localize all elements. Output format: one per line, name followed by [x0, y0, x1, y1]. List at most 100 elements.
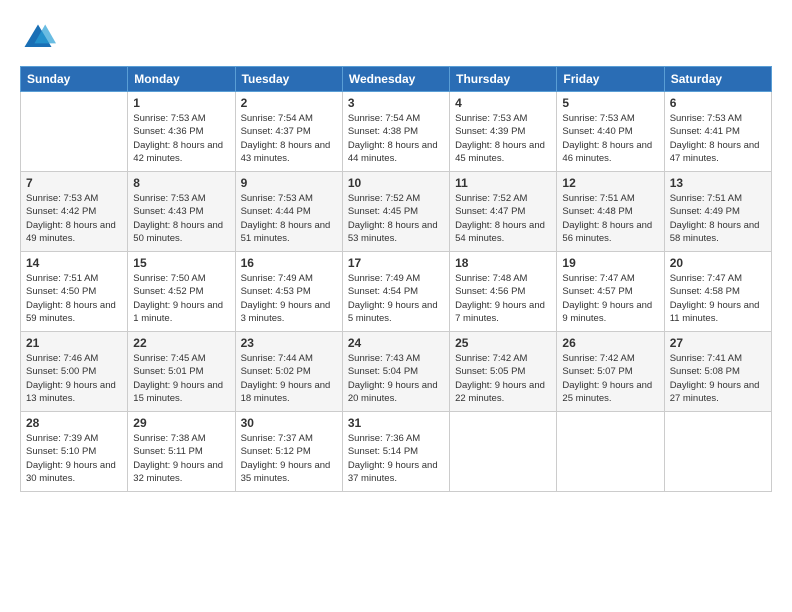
calendar-cell: [21, 92, 128, 172]
day-info: Sunrise: 7:42 AMSunset: 5:07 PMDaylight:…: [562, 352, 658, 405]
calendar-cell: 12 Sunrise: 7:51 AMSunset: 4:48 PMDayligh…: [557, 172, 664, 252]
calendar-cell: 24Sunrise: 7:43 AMSunset: 5:04 PMDayligh…: [342, 332, 449, 412]
calendar-header: SundayMondayTuesdayWednesdayThursdayFrid…: [21, 67, 772, 92]
calendar-cell: 14Sunrise: 7:51 AMSunset: 4:50 PMDayligh…: [21, 252, 128, 332]
calendar-cell: 25 Sunrise: 7:42 AMSunset: 5:05 PMDayligh…: [450, 332, 557, 412]
day-info: Sunrise: 7:45 AMSunset: 5:01 PMDaylight:…: [133, 352, 229, 405]
day-number: 21: [26, 336, 122, 350]
calendar-cell: 30 Sunrise: 7:37 AMSunset: 5:12 PMDayligh…: [235, 412, 342, 492]
day-info: Sunrise: 7:53 AMSunset: 4:39 PMDaylight:…: [455, 112, 551, 165]
calendar-cell: 23Sunrise: 7:44 AMSunset: 5:02 PMDayligh…: [235, 332, 342, 412]
calendar-body: 1 Sunrise: 7:53 AMSunset: 4:36 PMDaylight…: [21, 92, 772, 492]
day-number: 31: [348, 416, 444, 430]
calendar-cell: 5Sunrise: 7:53 AMSunset: 4:40 PMDaylight…: [557, 92, 664, 172]
calendar-cell: 15 Sunrise: 7:50 AMSunset: 4:52 PMDayligh…: [128, 252, 235, 332]
calendar-cell: 16 Sunrise: 7:49 AMSunset: 4:53 PMDayligh…: [235, 252, 342, 332]
day-number: 7: [26, 176, 122, 190]
day-number: 6: [670, 96, 766, 110]
weekday-header-tuesday: Tuesday: [235, 67, 342, 92]
calendar-cell: 13Sunrise: 7:51 AMSunset: 4:49 PMDayligh…: [664, 172, 771, 252]
day-number: 11: [455, 176, 551, 190]
header: [20, 20, 772, 56]
day-number: 24: [348, 336, 444, 350]
day-number: 29: [133, 416, 229, 430]
day-number: 10: [348, 176, 444, 190]
day-number: 16: [241, 256, 337, 270]
day-info: Sunrise: 7:37 AMSunset: 5:12 PMDaylight:…: [241, 432, 337, 485]
calendar-cell: [664, 412, 771, 492]
weekday-header-monday: Monday: [128, 67, 235, 92]
day-info: Sunrise: 7:46 AMSunset: 5:00 PMDaylight:…: [26, 352, 122, 405]
day-info: Sunrise: 7:47 AMSunset: 4:57 PMDaylight:…: [562, 272, 658, 325]
day-info: Sunrise: 7:41 AMSunset: 5:08 PMDaylight:…: [670, 352, 766, 405]
calendar-cell: 4 Sunrise: 7:53 AMSunset: 4:39 PMDaylight…: [450, 92, 557, 172]
day-info: Sunrise: 7:53 AMSunset: 4:41 PMDaylight:…: [670, 112, 766, 165]
calendar-cell: 18Sunrise: 7:48 AMSunset: 4:56 PMDayligh…: [450, 252, 557, 332]
day-info: Sunrise: 7:36 AMSunset: 5:14 PMDaylight:…: [348, 432, 444, 485]
day-info: Sunrise: 7:49 AMSunset: 4:54 PMDaylight:…: [348, 272, 444, 325]
calendar-cell: [450, 412, 557, 492]
day-number: 27: [670, 336, 766, 350]
day-number: 26: [562, 336, 658, 350]
calendar-cell: 26 Sunrise: 7:42 AMSunset: 5:07 PMDayligh…: [557, 332, 664, 412]
day-info: Sunrise: 7:53 AMSunset: 4:42 PMDaylight:…: [26, 192, 122, 245]
day-number: 1: [133, 96, 229, 110]
weekday-header-friday: Friday: [557, 67, 664, 92]
calendar-cell: 10 Sunrise: 7:52 AMSunset: 4:45 PMDayligh…: [342, 172, 449, 252]
day-number: 15: [133, 256, 229, 270]
day-info: Sunrise: 7:42 AMSunset: 5:05 PMDaylight:…: [455, 352, 551, 405]
calendar-cell: 2 Sunrise: 7:54 AMSunset: 4:37 PMDaylight…: [235, 92, 342, 172]
day-info: Sunrise: 7:49 AMSunset: 4:53 PMDaylight:…: [241, 272, 337, 325]
calendar-cell: 22 Sunrise: 7:45 AMSunset: 5:01 PMDayligh…: [128, 332, 235, 412]
day-info: Sunrise: 7:44 AMSunset: 5:02 PMDaylight:…: [241, 352, 337, 405]
day-info: Sunrise: 7:53 AMSunset: 4:36 PMDaylight:…: [133, 112, 229, 165]
calendar-cell: 29 Sunrise: 7:38 AMSunset: 5:11 PMDayligh…: [128, 412, 235, 492]
calendar-cell: 20 Sunrise: 7:47 AMSunset: 4:58 PMDayligh…: [664, 252, 771, 332]
day-number: 8: [133, 176, 229, 190]
day-number: 30: [241, 416, 337, 430]
weekday-header-thursday: Thursday: [450, 67, 557, 92]
calendar-cell: 6 Sunrise: 7:53 AMSunset: 4:41 PMDaylight…: [664, 92, 771, 172]
weekday-row: SundayMondayTuesdayWednesdayThursdayFrid…: [21, 67, 772, 92]
day-number: 4: [455, 96, 551, 110]
day-info: Sunrise: 7:50 AMSunset: 4:52 PMDaylight:…: [133, 272, 229, 325]
day-number: 3: [348, 96, 444, 110]
day-info: Sunrise: 7:51 AMSunset: 4:48 PMDaylight:…: [562, 192, 658, 245]
day-number: 20: [670, 256, 766, 270]
day-info: Sunrise: 7:53 AMSunset: 4:44 PMDaylight:…: [241, 192, 337, 245]
calendar-cell: 17 Sunrise: 7:49 AMSunset: 4:54 PMDayligh…: [342, 252, 449, 332]
day-number: 9: [241, 176, 337, 190]
day-number: 2: [241, 96, 337, 110]
calendar-cell: 9 Sunrise: 7:53 AMSunset: 4:44 PMDaylight…: [235, 172, 342, 252]
day-info: Sunrise: 7:38 AMSunset: 5:11 PMDaylight:…: [133, 432, 229, 485]
day-number: 12: [562, 176, 658, 190]
calendar-cell: [557, 412, 664, 492]
day-number: 22: [133, 336, 229, 350]
day-info: Sunrise: 7:54 AMSunset: 4:37 PMDaylight:…: [241, 112, 337, 165]
calendar-cell: 21 Sunrise: 7:46 AMSunset: 5:00 PMDayligh…: [21, 332, 128, 412]
day-info: Sunrise: 7:48 AMSunset: 4:56 PMDaylight:…: [455, 272, 551, 325]
day-number: 14: [26, 256, 122, 270]
calendar-cell: 19 Sunrise: 7:47 AMSunset: 4:57 PMDayligh…: [557, 252, 664, 332]
calendar-page: SundayMondayTuesdayWednesdayThursdayFrid…: [0, 0, 792, 612]
day-number: 19: [562, 256, 658, 270]
day-info: Sunrise: 7:53 AMSunset: 4:43 PMDaylight:…: [133, 192, 229, 245]
day-info: Sunrise: 7:47 AMSunset: 4:58 PMDaylight:…: [670, 272, 766, 325]
calendar-cell: 3 Sunrise: 7:54 AMSunset: 4:38 PMDaylight…: [342, 92, 449, 172]
day-info: Sunrise: 7:54 AMSunset: 4:38 PMDaylight:…: [348, 112, 444, 165]
week-row-3: 21 Sunrise: 7:46 AMSunset: 5:00 PMDayligh…: [21, 332, 772, 412]
day-number: 13: [670, 176, 766, 190]
calendar-cell: 1 Sunrise: 7:53 AMSunset: 4:36 PMDaylight…: [128, 92, 235, 172]
day-info: Sunrise: 7:52 AMSunset: 4:47 PMDaylight:…: [455, 192, 551, 245]
day-number: 17: [348, 256, 444, 270]
day-number: 25: [455, 336, 551, 350]
day-info: Sunrise: 7:39 AMSunset: 5:10 PMDaylight:…: [26, 432, 122, 485]
day-info: Sunrise: 7:53 AMSunset: 4:40 PMDaylight:…: [562, 112, 658, 165]
week-row-4: 28Sunrise: 7:39 AMSunset: 5:10 PMDayligh…: [21, 412, 772, 492]
calendar-cell: 27 Sunrise: 7:41 AMSunset: 5:08 PMDayligh…: [664, 332, 771, 412]
logo: [20, 20, 60, 56]
weekday-header-wednesday: Wednesday: [342, 67, 449, 92]
weekday-header-saturday: Saturday: [664, 67, 771, 92]
week-row-1: 7 Sunrise: 7:53 AMSunset: 4:42 PMDaylight…: [21, 172, 772, 252]
day-info: Sunrise: 7:52 AMSunset: 4:45 PMDaylight:…: [348, 192, 444, 245]
